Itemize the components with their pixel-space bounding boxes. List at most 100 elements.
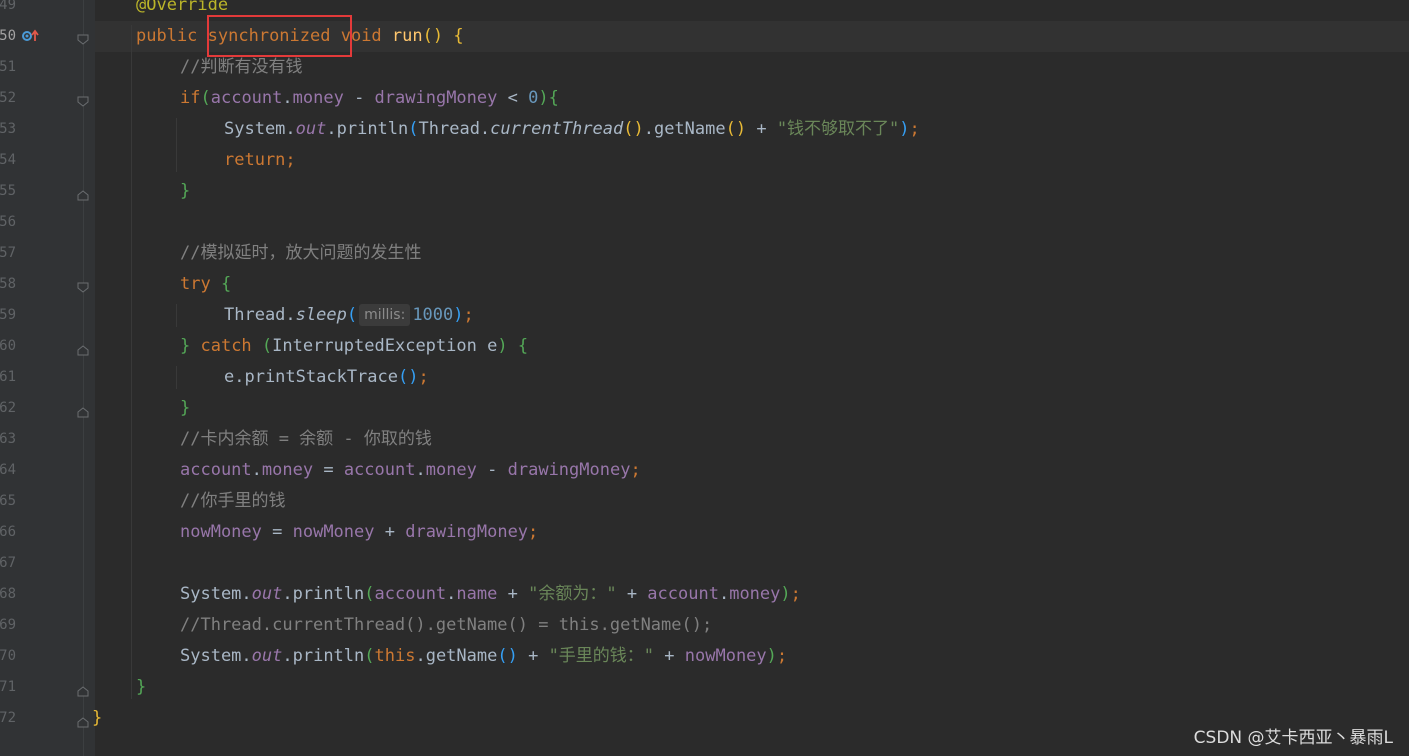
code-token: money [261, 460, 314, 480]
line-number: 52 [0, 90, 16, 106]
code-text[interactable]: //模拟延时，放大问题的发生性 [180, 238, 421, 269]
code-text[interactable]: account.money = account.money - drawingM… [180, 455, 641, 486]
code-token: + [517, 646, 549, 666]
code-text[interactable]: System.out.println(this.getName() + "手里的… [180, 641, 787, 672]
code-line[interactable]: 54 return; [0, 145, 1409, 176]
code-token: drawingMoney [507, 460, 631, 480]
code-text[interactable]: } [180, 393, 190, 424]
code-text[interactable]: System.out.println(account.name + "余额为："… [180, 579, 801, 610]
code-text[interactable]: } [180, 176, 190, 207]
code-text[interactable]: try { [180, 269, 231, 300]
code-editor[interactable]: 49 @Override 50 public synchronized void ru… [0, 0, 1409, 756]
parameter-hint: millis: [359, 304, 411, 326]
code-text[interactable]: System.out.println(Thread.currentThread(… [224, 114, 920, 145]
fold-close-icon[interactable] [77, 186, 89, 201]
code-token: name [456, 584, 498, 604]
code-token: .println [282, 584, 365, 604]
code-token: "钱不够取不了" [776, 119, 900, 139]
code-token: < [497, 88, 529, 108]
code-line[interactable]: 67 [0, 548, 1409, 579]
code-line[interactable]: 64 account.money = account.money - drawin… [0, 455, 1409, 486]
code-line[interactable]: 53 System.out.println(Thread.currentThrea… [0, 114, 1409, 145]
code-line[interactable]: 71} [0, 672, 1409, 703]
code-text[interactable]: } catch (InterruptedException e) { [180, 331, 528, 362]
code-token: } [180, 181, 191, 201]
line-number: 62 [0, 400, 16, 416]
override-marker-icon[interactable] [22, 29, 40, 43]
code-text[interactable]: //卡内余额 = 余额 - 你取的钱 [180, 424, 432, 455]
code-token: drawingMoney [405, 522, 529, 542]
code-token: System. [180, 584, 252, 604]
code-text[interactable]: } [136, 672, 146, 703]
code-token: ; [463, 305, 474, 325]
code-line[interactable]: 52 if(account.money - drawingMoney < 0){ [0, 83, 1409, 114]
fold-close-icon[interactable] [77, 682, 89, 697]
code-line[interactable]: 65 //你手里的钱 [0, 486, 1409, 517]
code-token: money [425, 460, 477, 480]
code-token: //Thread.currentThread().getName() = thi… [180, 615, 713, 635]
fold-open-icon[interactable] [77, 93, 89, 107]
code-token: //判断有没有钱 [180, 57, 303, 77]
line-number: 71 [0, 679, 16, 695]
code-token: - [476, 460, 508, 480]
code-line[interactable]: 63 //卡内余额 = 余额 - 你取的钱 [0, 424, 1409, 455]
line-number: 58 [0, 276, 16, 292]
code-token: { [220, 274, 232, 294]
code-token: out [295, 119, 327, 139]
code-text[interactable]: nowMoney = nowMoney + drawingMoney; [180, 517, 538, 548]
code-text[interactable]: //你手里的钱 [180, 486, 285, 517]
code-token: InterruptedException e [272, 336, 498, 356]
code-token: nowMoney [292, 522, 375, 542]
code-text[interactable]: if(account.money - drawingMoney < 0){ [180, 83, 559, 114]
code-token: + [616, 584, 648, 604]
code-token: ; [418, 367, 429, 387]
code-line[interactable]: 59 Thread.sleep(millis: 1000); [0, 300, 1409, 331]
code-text[interactable]: return; [224, 145, 296, 176]
code-token: account [647, 584, 719, 604]
code-line[interactable]: 62} [0, 393, 1409, 424]
code-token: account [343, 460, 416, 480]
code-token: run [391, 26, 423, 46]
code-line[interactable]: 69 //Thread.currentThread().getName() = t… [0, 610, 1409, 641]
code-token: ) [780, 584, 791, 604]
code-token: } [180, 336, 191, 356]
code-token: () [725, 119, 747, 139]
code-token: ; [909, 119, 920, 139]
code-line[interactable]: 56 [0, 207, 1409, 238]
code-line[interactable]: 60} catch (InterruptedException e) { [0, 331, 1409, 362]
code-line[interactable]: 70 System.out.println(this.getName() + "手… [0, 641, 1409, 672]
line-number: 63 [0, 431, 16, 447]
code-line[interactable]: 57 //模拟延时，放大问题的发生性 [0, 238, 1409, 269]
code-text[interactable]: Thread.sleep(millis: 1000); [224, 300, 474, 331]
code-token: .getName [643, 119, 726, 139]
code-line[interactable]: 61 e.printStackTrace(); [0, 362, 1409, 393]
fold-close-icon[interactable] [77, 403, 89, 418]
code-line[interactable]: 68 System.out.println(account.name + "余额为… [0, 579, 1409, 610]
synchronized-highlight-box [207, 15, 352, 57]
code-token: Thread. [224, 305, 296, 325]
fold-close-icon[interactable] [77, 341, 89, 356]
code-token: nowMoney [684, 646, 767, 666]
code-text[interactable]: } [92, 703, 102, 734]
line-number: 68 [0, 586, 16, 602]
code-token: .getName [415, 646, 498, 666]
fold-open-icon[interactable] [77, 279, 89, 293]
line-number: 65 [0, 493, 16, 509]
code-text[interactable]: //Thread.currentThread().getName() = thi… [180, 610, 712, 641]
line-number: 54 [0, 152, 16, 168]
line-number: 70 [0, 648, 16, 664]
code-token: catch [190, 336, 262, 356]
code-token: 0 [528, 88, 539, 108]
code-token: ; [790, 584, 801, 604]
line-number: 66 [0, 524, 16, 540]
code-line[interactable]: 58 try { [0, 269, 1409, 300]
code-token: money [292, 88, 344, 108]
fold-close-icon[interactable] [77, 713, 89, 728]
code-token: } [180, 398, 191, 418]
fold-open-icon[interactable] [77, 31, 89, 45]
code-token: sleep [295, 305, 347, 325]
code-line[interactable]: 66 nowMoney = nowMoney + drawingMoney; [0, 517, 1409, 548]
code-text[interactable]: e.printStackTrace(); [224, 362, 429, 393]
code-line[interactable]: 55} [0, 176, 1409, 207]
